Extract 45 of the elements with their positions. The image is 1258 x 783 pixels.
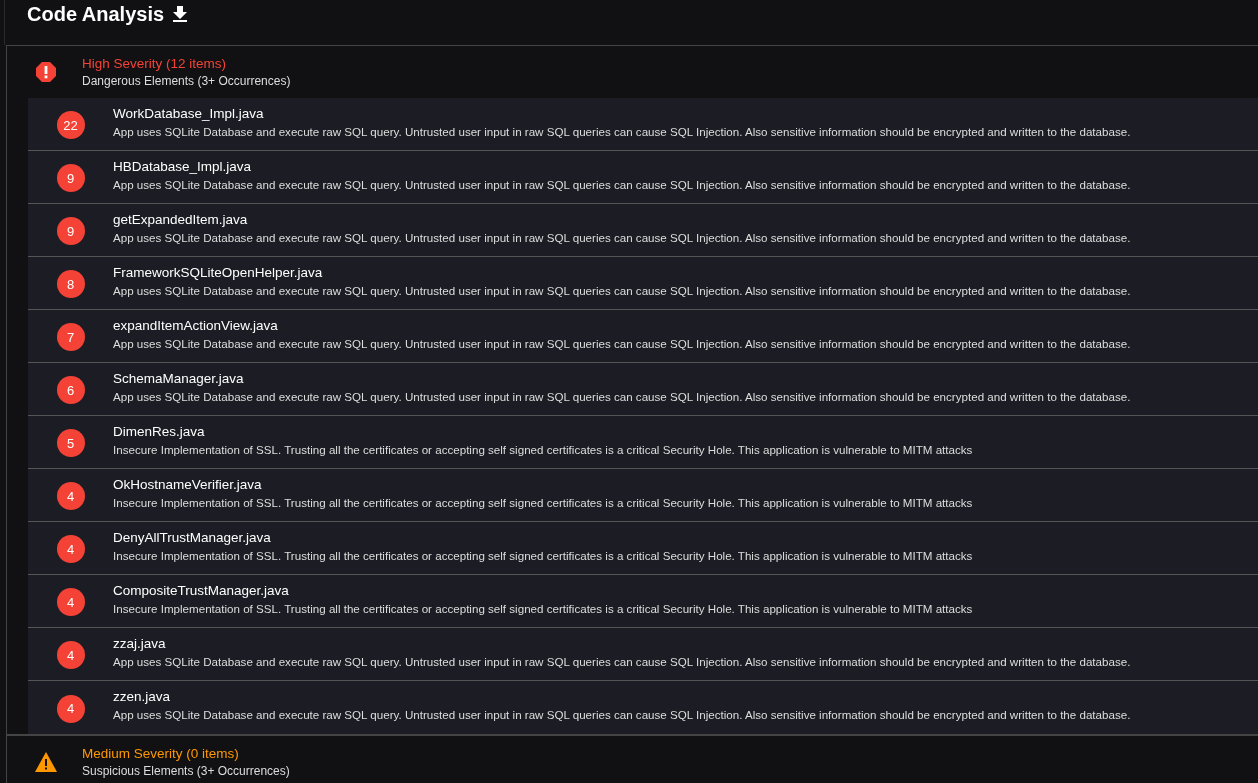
download-icon[interactable]: [173, 6, 188, 22]
finding-description: Insecure Implementation of SSL. Trusting all the certificates or accepting self signed certificates is a critical Security Hole. This application is vulnerable to MITM attacks: [113, 443, 973, 456]
file-name: zzen.java: [113, 689, 172, 704]
finding-description: Insecure Implementation of SSL. Trusting all the certificates or accepting self signed certificates is a critical Security Hole. This application is vulnerable to MITM attacks: [113, 602, 973, 615]
count-badge: 4: [56, 641, 85, 669]
count-badge: 7: [56, 323, 85, 351]
finding-row[interactable]: 5 DimenRes.java Insecure Implementation of SSL. Trusting all the certificates or accepting self signed certificates is a critical Security Hole. This application is vulnerable to MITM attacks: [28, 416, 1258, 469]
error-icon: [36, 62, 56, 82]
count-badge: 9: [56, 164, 85, 192]
file-name: DimenRes.java: [113, 424, 206, 439]
file-name: expandItemActionView.java: [113, 318, 279, 333]
count-badge: 4: [56, 588, 85, 616]
finding-description: App uses SQLite Database and execute raw SQL query. Untrusted user input in raw SQL queries can cause SQL Injection. Also sensitive information should be encrypted and written to the database.: [113, 708, 1131, 721]
severity-title: Medium Severity (0 items): [82, 746, 240, 761]
severity-title: High Severity (12 items): [82, 56, 228, 71]
count-badge: 5: [56, 429, 85, 457]
severity-subtitle: Suspicious Elements (3+ Occurrences): [82, 764, 290, 778]
finding-description: App uses SQLite Database and execute raw SQL query. Untrusted user input in raw SQL queries can cause SQL Injection. Also sensitive information should be encrypted and written to the database.: [113, 178, 1131, 191]
finding-description: App uses SQLite Database and execute raw SQL query. Untrusted user input in raw SQL queries can cause SQL Injection. Also sensitive information should be encrypted and written to the database.: [113, 231, 1131, 244]
finding-description: App uses SQLite Database and execute raw SQL query. Untrusted user input in raw SQL queries can cause SQL Injection. Also sensitive information should be encrypted and written to the database.: [113, 284, 1131, 297]
file-name: CompositeTrustManager.java: [113, 583, 290, 598]
count-badge: 4: [56, 482, 85, 510]
count-badge: 9: [56, 217, 85, 245]
page-title: Code Analysis: [27, 3, 165, 25]
finding-description: App uses SQLite Database and execute raw SQL query. Untrusted user input in raw SQL queries can cause SQL Injection. Also sensitive information should be encrypted and written to the database.: [113, 337, 1131, 350]
finding-description: App uses SQLite Database and execute raw SQL query. Untrusted user input in raw SQL queries can cause SQL Injection. Also sensitive information should be encrypted and written to the database.: [113, 655, 1131, 668]
count-badge: 6: [56, 376, 85, 404]
count-badge: 4: [56, 535, 85, 563]
finding-description: App uses SQLite Database and execute raw SQL query. Untrusted user input in raw SQL queries can cause SQL Injection. Also sensitive information should be encrypted and written to the database.: [113, 390, 1131, 403]
file-name: HBDatabase_Impl.java: [113, 159, 253, 174]
file-name: zzaj.java: [113, 636, 167, 651]
file-name: OkHostnameVerifier.java: [113, 477, 263, 492]
finding-description: Insecure Implementation of SSL. Trusting all the certificates or accepting self signed certificates is a critical Security Hole. This application is vulnerable to MITM attacks: [113, 496, 973, 509]
file-name: FrameworkSQLiteOpenHelper.java: [113, 265, 324, 280]
file-name: SchemaManager.java: [113, 371, 245, 386]
file-name: WorkDatabase_Impl.java: [113, 106, 265, 121]
count-badge: 4: [56, 694, 85, 723]
finding-description: App uses SQLite Database and execute raw SQL query. Untrusted user input in raw SQL queries can cause SQL Injection. Also sensitive information should be encrypted and written to the database.: [113, 125, 1131, 138]
severity-subtitle: Dangerous Elements (3+ Occurrences): [82, 74, 291, 88]
count-badge: 22: [56, 111, 85, 139]
file-name: getExpandedItem.java: [113, 212, 249, 227]
finding-description: Insecure Implementation of SSL. Trusting all the certificates or accepting self signed certificates is a critical Security Hole. This application is vulnerable to MITM attacks: [113, 549, 973, 562]
warning-icon: [35, 752, 57, 772]
file-name: DenyAllTrustManager.java: [113, 530, 272, 545]
count-badge: 8: [56, 270, 85, 298]
